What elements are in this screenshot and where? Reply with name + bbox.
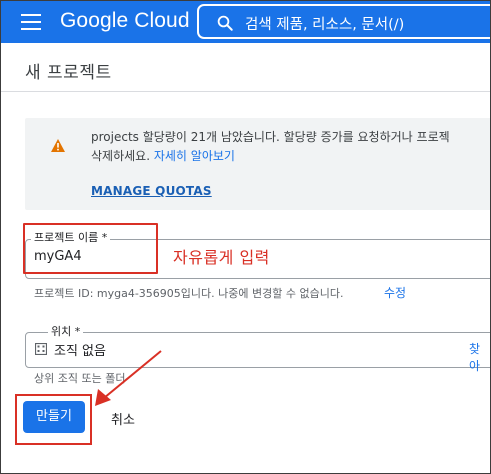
browse-button[interactable]: 찾아	[469, 340, 490, 374]
brand-logo[interactable]: Google Cloud	[60, 9, 190, 33]
quota-message: projects 할당량이 21개 남았습니다. 할당량 증가를 요청하거나 프…	[91, 128, 450, 166]
edit-project-id-link[interactable]: 수정	[384, 284, 406, 301]
create-button[interactable]: 만들기	[23, 401, 85, 433]
location-value: 조직 없음	[54, 344, 106, 359]
top-app-bar: Google Cloud 검색 제품, 리소스, 문서(/)	[1, 1, 490, 43]
project-id-helper: 프로젝트 ID: myga4-356905입니다. 나중에 변경할 수 없습니다…	[34, 287, 344, 300]
organization-icon	[35, 343, 47, 355]
annotation-text: 자유롭게 입력	[173, 248, 270, 267]
quota-message-line1: projects 할당량이 21개 남았습니다. 할당량 증가를 요청하거나 프…	[91, 130, 450, 144]
header-divider	[1, 91, 490, 92]
menu-icon[interactable]	[21, 14, 41, 30]
quota-message-line2: 삭제하세요. 자세히 알아보기	[91, 147, 450, 166]
search-icon	[217, 15, 233, 31]
search-bar[interactable]: 검색 제품, 리소스, 문서(/)	[197, 4, 490, 39]
location-label: 위치 *	[48, 323, 84, 339]
warning-icon	[51, 139, 65, 152]
search-placeholder: 검색 제품, 리소스, 문서(/)	[245, 17, 405, 33]
quota-banner: projects 할당량이 21개 남았습니다. 할당량 증가를 요청하거나 프…	[25, 118, 490, 210]
cancel-button[interactable]: 취소	[111, 409, 135, 428]
annotation-highlight-box	[23, 223, 158, 274]
app-frame: Google Cloud 검색 제품, 리소스, 문서(/) 새 프로젝트 pr…	[0, 0, 491, 474]
manage-quotas-link[interactable]: MANAGE QUOTAS	[91, 184, 212, 198]
page-title: 새 프로젝트	[25, 63, 112, 83]
location-helper: 상위 조직 또는 폴더	[34, 372, 126, 385]
quota-message-line2-text: 삭제하세요.	[91, 149, 154, 163]
learn-more-link[interactable]: 자세히 알아보기	[154, 149, 235, 163]
